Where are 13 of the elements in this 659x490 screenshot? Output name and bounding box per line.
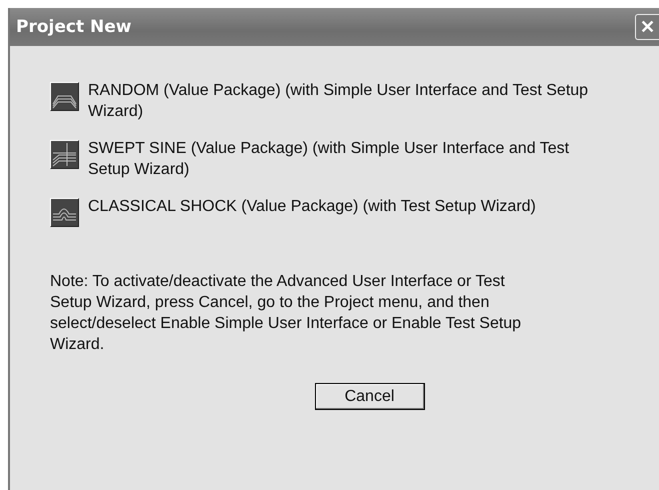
window-title: Project New [16, 17, 132, 37]
option-button[interactable] [50, 198, 79, 227]
grid-curves-icon [52, 142, 76, 166]
option-label: RANDOM (Value Package) (with Simple User Interface and Test Setup Wizard) [88, 81, 590, 122]
cancel-button[interactable]: Cancel [314, 383, 424, 410]
option-button[interactable] [50, 140, 79, 169]
option-button[interactable] [50, 82, 79, 111]
curves-icon [52, 96, 76, 108]
close-button[interactable]: ✕ [635, 14, 659, 40]
note-text: Note: To activate/deactivate the Advanced User Interface or Test Setup Wizard, press Cancel, go to the Project menu, and then select/deselect Enable Simple User Interface or Enable Test Setup Wizard. [50, 272, 522, 355]
option-label: SWEPT SINE (Value Package) (with Simple User Interface and Test Setup Wizard) [88, 139, 570, 180]
option-label: CLASSICAL SHOCK (Value Package) (with Test Setup Wizard) [88, 197, 537, 217]
pulse-icon [52, 208, 76, 220]
